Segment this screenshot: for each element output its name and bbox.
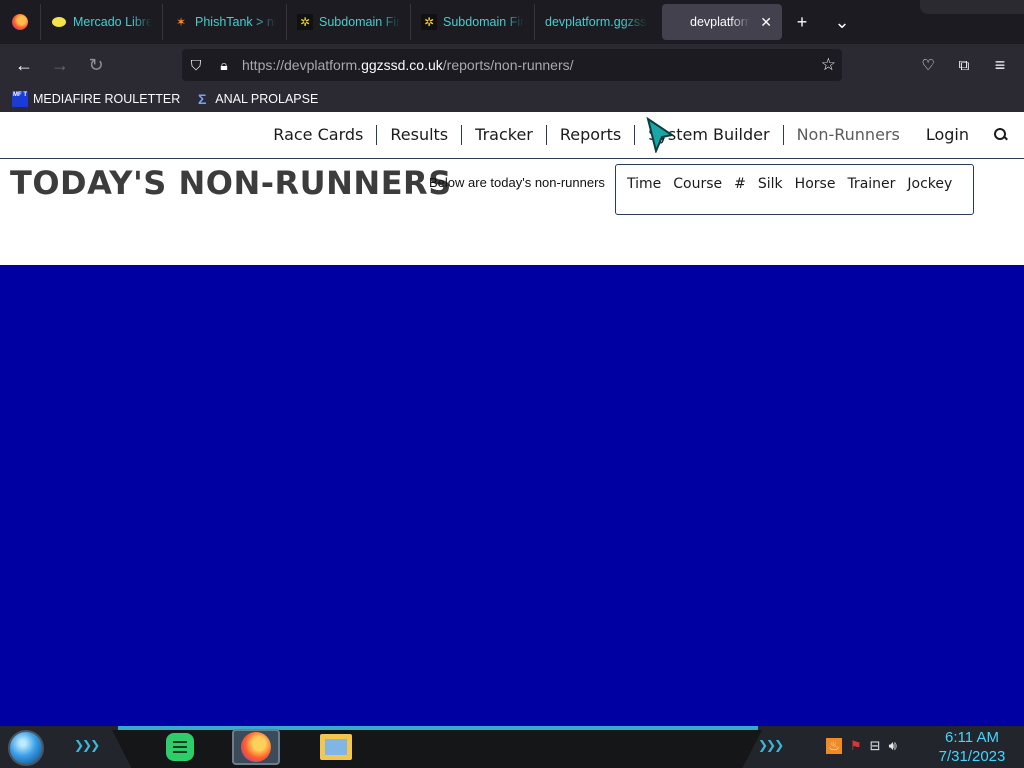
notes-icon	[166, 733, 194, 761]
forward-arrow-icon: →	[51, 54, 69, 75]
url-text: https://devplatform.ggzssd.co.uk/reports…	[242, 57, 574, 73]
new-tab-button[interactable]: +	[782, 0, 822, 44]
reload-button[interactable]: ↻	[78, 47, 114, 83]
subdomain-finder-icon: ✲	[297, 14, 313, 30]
clock-date: 7/31/2023	[938, 748, 1006, 765]
menu-button[interactable]: ≡	[982, 47, 1018, 83]
nav-reports[interactable]: Reports	[547, 125, 636, 145]
forward-button[interactable]: →	[42, 47, 78, 83]
column-header-number: #	[734, 176, 746, 192]
volume-icon[interactable]: 🔊︎	[889, 738, 897, 754]
system-clock[interactable]: 6:11 AM 7/31/2023	[930, 728, 1014, 766]
pocket-button[interactable]: ♡	[910, 47, 946, 83]
mediafire-icon: MF T	[12, 91, 28, 107]
tab-title: devplatform.	[690, 15, 751, 29]
phishtank-icon: ✶	[175, 15, 187, 29]
column-header-horse: Horse	[794, 176, 836, 192]
taskbar-center	[112, 730, 762, 768]
lock-icon[interactable]: 🔒︎	[210, 57, 238, 74]
tab-subdomain-finder-1[interactable]: ✲ Subdomain Fin	[286, 4, 410, 40]
tab-devplatform-active[interactable]: devplatform. ✕	[662, 4, 782, 40]
tab-title: PhishTank > n0	[195, 15, 276, 29]
bookmark-label: MEDIAFIRE ROULETTER	[33, 92, 181, 106]
chevron-left-icon: ❯❯❯	[74, 738, 100, 752]
page-title: TODAY'S NON-RUNNERS	[10, 164, 452, 202]
nav-race-cards[interactable]: Race Cards	[260, 125, 378, 145]
taskbar-file-explorer-app[interactable]	[312, 729, 360, 765]
web-page: Race Cards Results Tracker Reports Syste…	[0, 112, 1024, 265]
sigma-icon: Σ	[198, 91, 207, 107]
tracking-protection-icon[interactable]: ⛉	[182, 57, 210, 74]
taskbar-firefox-app[interactable]	[232, 729, 280, 765]
toolbar-right: ♡ ⧉ ≡	[910, 47, 1018, 83]
tab-title: Subdomain Fin	[319, 15, 400, 29]
tab-phishtank[interactable]: ✶ PhishTank > n0	[162, 4, 286, 40]
mouse-cursor-icon	[646, 117, 674, 153]
chevron-right-icon: ❯❯❯	[758, 738, 784, 752]
taskbar-glow	[118, 726, 758, 730]
bookmark-anal-prolapse[interactable]: Σ ANAL PROLAPSE	[194, 91, 318, 107]
pocket-icon: ♡	[921, 57, 935, 74]
start-button[interactable]	[8, 730, 44, 766]
site-navigation: Race Cards Results Tracker Reports Syste…	[0, 112, 1024, 159]
nav-tracker[interactable]: Tracker	[462, 125, 547, 145]
url-bar[interactable]: ⛉ 🔒︎ https://devplatform.ggzssd.co.uk/re…	[182, 49, 842, 81]
bookmarks-toolbar: MF T MEDIAFIRE ROULETTER Σ ANAL PROLAPSE	[0, 86, 1024, 112]
tab-title: Subdomain Fin	[443, 15, 524, 29]
window-controls[interactable]	[920, 0, 1024, 14]
intro-text: Below are today's non-runners	[429, 175, 605, 190]
bookmark-label: ANAL PROLAPSE	[215, 92, 319, 106]
hamburger-icon: ≡	[994, 54, 1006, 75]
non-runners-table: Time Course # Silk Horse Trainer Jockey	[615, 164, 974, 215]
folder-icon	[320, 734, 352, 760]
tab-strip: Mercado Libre ✶ PhishTank > n0 ✲ Subdoma…	[0, 0, 1024, 44]
reload-icon: ↻	[88, 54, 104, 75]
search-icon[interactable]	[994, 128, 1008, 142]
mercadolibre-icon	[51, 14, 67, 30]
bookmark-star-icon[interactable]: ☆	[821, 55, 836, 75]
extensions-button[interactable]: ⧉	[946, 47, 982, 83]
nav-login[interactable]: Login	[913, 125, 982, 145]
column-header-silk: Silk	[757, 176, 783, 192]
tab-devplatform[interactable]: devplatform.ggzssd	[534, 4, 658, 40]
nav-results[interactable]: Results	[377, 125, 463, 145]
tab-title: devplatform.ggzssd	[545, 15, 648, 29]
firefox-menu-button[interactable]	[0, 0, 40, 44]
firefox-icon	[12, 14, 28, 30]
tab-subdomain-finder-2[interactable]: ✲ Subdomain Fin	[410, 4, 534, 40]
taskbar: ❯❯❯ ❯❯❯ ♨ ⚑ ⊟ 🔊︎ 6:11 AM 7/31/2023	[0, 726, 1024, 768]
subdomain-finder-icon: ✲	[421, 14, 437, 30]
back-arrow-icon: ←	[15, 54, 33, 75]
table-header-row: Time Course # Silk Horse Trainer Jockey	[621, 176, 958, 192]
column-header-jockey: Jockey	[907, 176, 953, 192]
puzzle-icon: ⧉	[958, 56, 970, 74]
action-center-flag-icon[interactable]: ⚑	[850, 738, 862, 754]
clock-time: 6:11 AM	[945, 729, 999, 746]
tab-mercado-libre[interactable]: Mercado Libre	[40, 4, 162, 40]
bookmark-mediafire-rouletter[interactable]: MF T MEDIAFIRE ROULETTER	[12, 91, 180, 107]
url-path: /reports/non-runners/	[442, 57, 574, 73]
url-prefix: https://devplatform.	[242, 57, 362, 73]
close-tab-icon[interactable]: ✕	[760, 14, 772, 31]
system-tray: ♨ ⚑ ⊟ 🔊︎	[826, 738, 897, 754]
column-header-trainer: Trainer	[847, 176, 896, 192]
column-header-time: Time	[627, 176, 662, 192]
java-icon[interactable]: ♨	[826, 738, 842, 754]
tab-list-button[interactable]: ⌄	[822, 0, 862, 44]
url-host: ggzssd.co.uk	[361, 57, 443, 73]
firefox-icon	[241, 732, 271, 762]
tab-title: Mercado Libre	[73, 15, 152, 29]
taskbar-notes-app[interactable]	[156, 729, 204, 765]
nav-non-runners[interactable]: Non-Runners	[784, 125, 913, 145]
column-header-course: Course	[673, 176, 723, 192]
navigation-toolbar: ← → ↻ ⛉ 🔒︎ https://devplatform.ggzssd.co…	[0, 44, 1024, 86]
back-button[interactable]: ←	[6, 47, 42, 83]
network-icon[interactable]: ⊟	[870, 738, 881, 754]
